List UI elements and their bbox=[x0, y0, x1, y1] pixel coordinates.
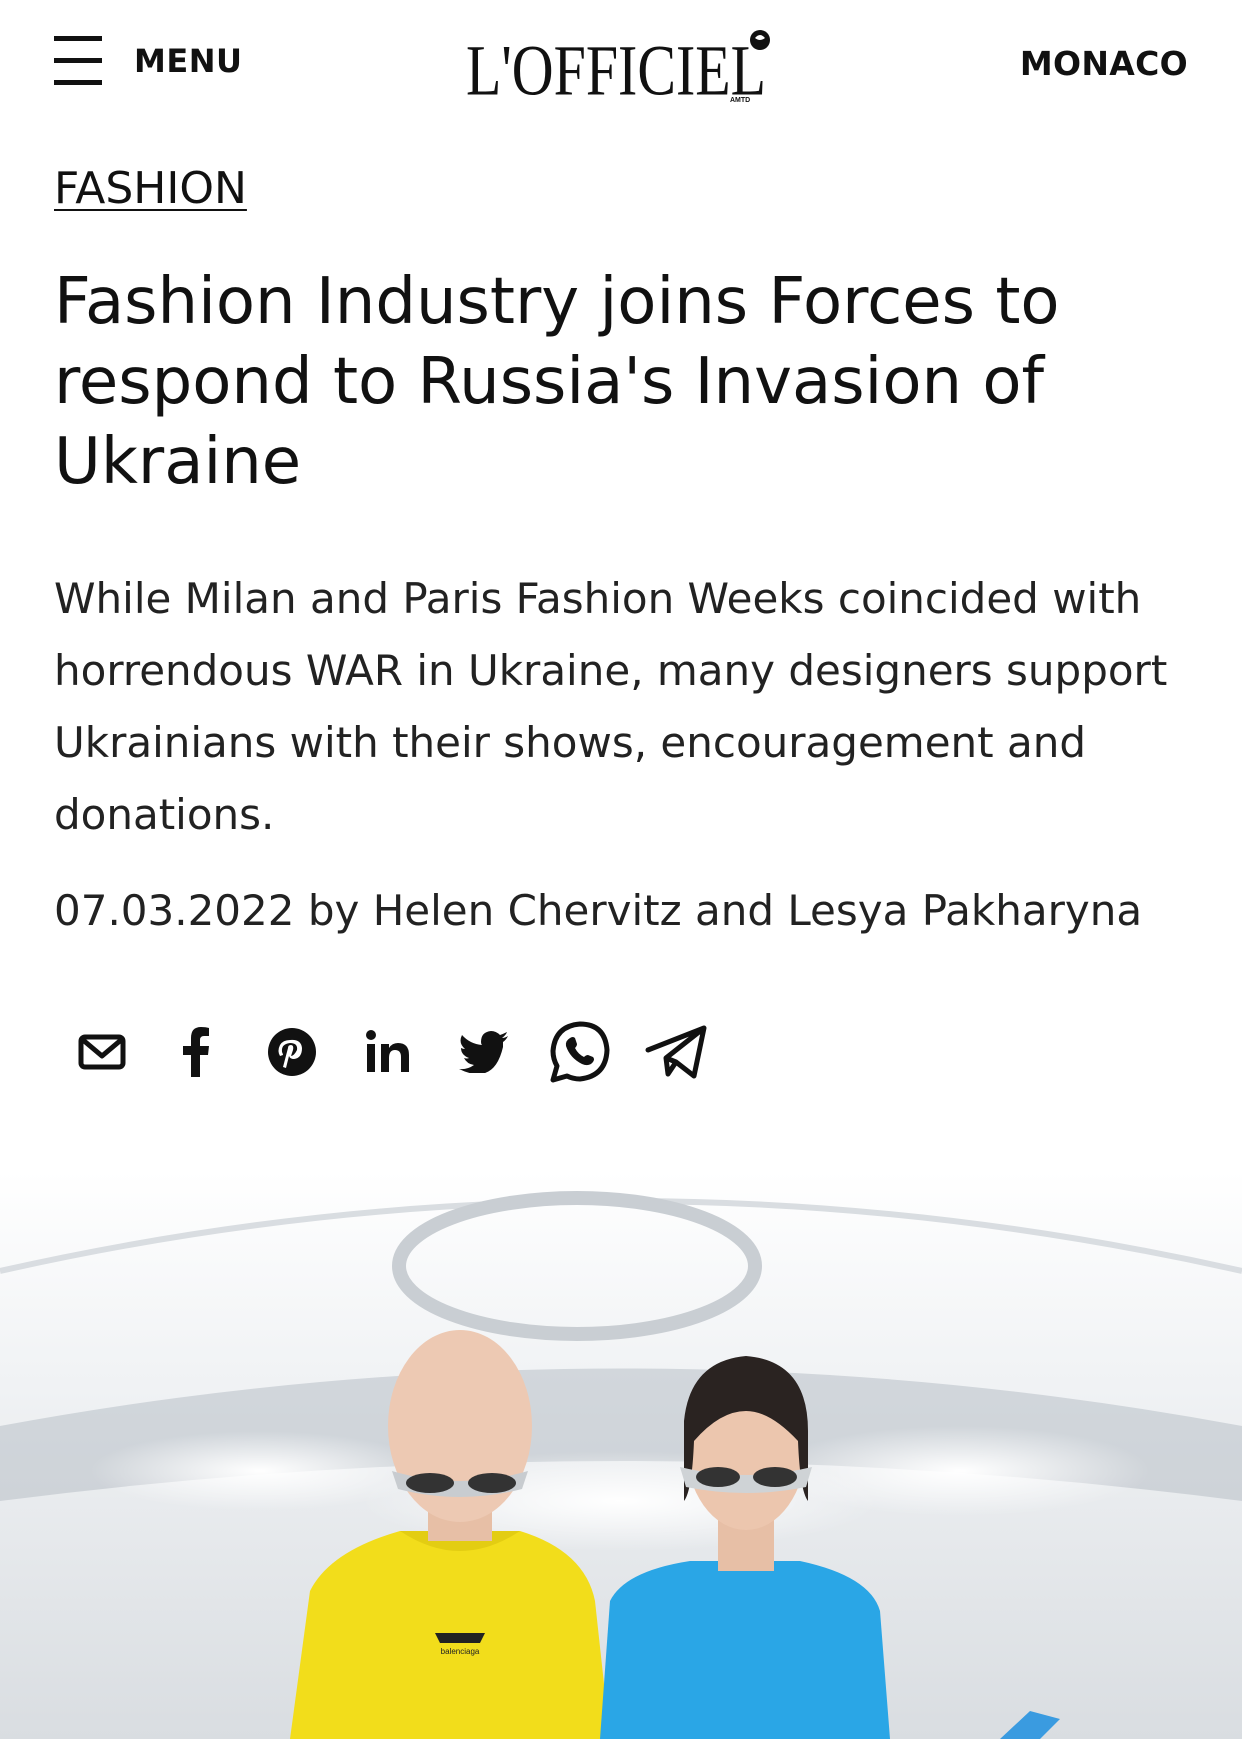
logo-sub: AMTD bbox=[730, 97, 750, 104]
category-link[interactable]: FASHION bbox=[54, 163, 247, 214]
hamburger-icon bbox=[54, 36, 102, 86]
twitter-icon[interactable] bbox=[448, 1020, 520, 1084]
site-header: MENU L'OFFICIEL AMTD MONACO bbox=[0, 0, 1242, 130]
menu-button[interactable]: MENU bbox=[54, 36, 242, 86]
hoodie-logo: balenciaga bbox=[441, 1647, 480, 1656]
telegram-icon[interactable] bbox=[640, 1020, 712, 1084]
pinterest-icon[interactable] bbox=[256, 1020, 328, 1084]
facebook-icon[interactable] bbox=[160, 1020, 232, 1084]
article-standfirst: While Milan and Paris Fashion Weeks coin… bbox=[54, 574, 1168, 839]
article-title: Fashion Industry joins Forces to respond… bbox=[54, 265, 1060, 499]
email-icon[interactable] bbox=[68, 1020, 136, 1084]
region-selector[interactable]: MONACO bbox=[1020, 44, 1188, 83]
logo-wordmark: L'OFFICIEL bbox=[466, 30, 766, 104]
whatsapp-icon[interactable] bbox=[544, 1020, 616, 1084]
article-byline: 07.03.2022 by Helen Chervitz and Lesya P… bbox=[54, 886, 1143, 935]
share-bar bbox=[68, 1020, 736, 1084]
menu-label: MENU bbox=[134, 42, 243, 80]
lofficiel-logo[interactable]: L'OFFICIEL AMTD bbox=[464, 24, 784, 104]
linkedin-icon[interactable] bbox=[352, 1020, 424, 1084]
hero-image: balenciaga bbox=[0, 1171, 1242, 1739]
